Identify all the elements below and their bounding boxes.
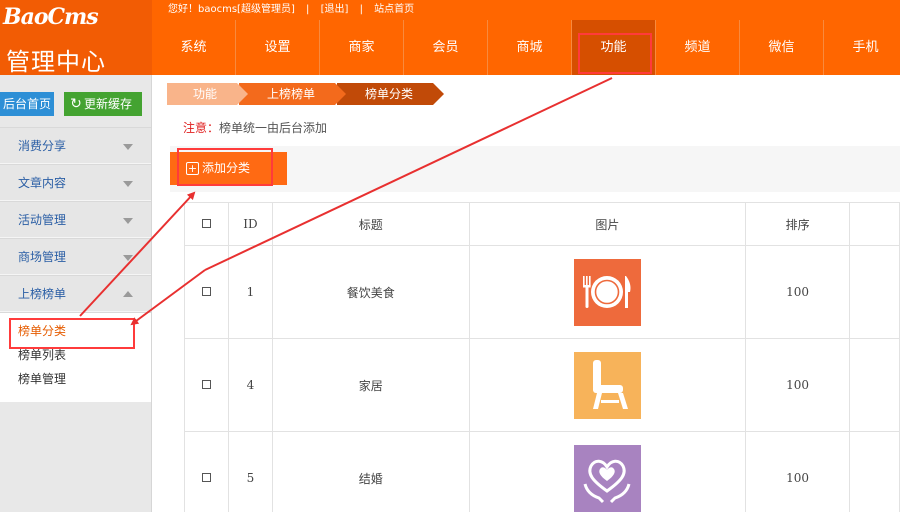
chevron-up-icon <box>123 291 133 297</box>
chevron-down-icon <box>123 255 133 261</box>
column-header-actions <box>849 202 900 246</box>
sidebar-item-rankings[interactable]: 上榜榜单 <box>0 275 151 312</box>
separator: | <box>359 4 363 15</box>
select-all-cell <box>184 202 229 246</box>
row-image-cell <box>468 338 747 432</box>
row-checkbox[interactable] <box>201 287 211 296</box>
dinner-plate-icon <box>573 258 641 326</box>
row-actions <box>849 338 900 432</box>
top-header: BaoCms 管理中心 您好！baocms[超级管理员] | [退出] | 站点… <box>0 0 900 76</box>
chevron-down-icon <box>123 218 133 224</box>
admin-home-button[interactable]: 后台首页 <box>0 92 54 116</box>
nav-mall[interactable]: 商城 <box>488 20 572 75</box>
notice-text: 榜单统一由后台添加 <box>219 121 328 135</box>
sidebar-item-label: 文章内容 <box>18 176 67 190</box>
greeting-text: 您好！baocms[超级管理员] <box>168 4 295 15</box>
column-header-image: 图片 <box>468 202 747 246</box>
nav-mobile[interactable]: 手机 <box>824 20 900 75</box>
row-image-cell <box>468 245 747 339</box>
admin-center-title: 管理中心 <box>6 48 106 76</box>
table-row: 5 结婚 100 <box>184 431 900 512</box>
row-sort: 100 <box>745 431 851 512</box>
row-sort: 100 <box>745 245 851 339</box>
logout-link[interactable]: [退出] <box>321 0 349 15</box>
refresh-icon: ↻ <box>70 96 82 112</box>
heart-hands-icon <box>573 444 641 512</box>
table-row: 1 餐饮美食 100 <box>184 245 900 339</box>
row-actions <box>849 431 900 512</box>
row-title: 餐饮美食 <box>271 245 470 339</box>
column-header-id: ID <box>227 202 273 246</box>
table-header-row: ID 标题 图片 排序 <box>184 202 900 246</box>
nav-merchants[interactable]: 商家 <box>320 20 404 75</box>
toolbar: + 添加分类 <box>170 146 900 192</box>
chair-icon <box>573 351 641 419</box>
select-all-checkbox[interactable] <box>201 219 211 228</box>
chevron-down-icon <box>123 144 133 150</box>
sidebar-item-label: 商场管理 <box>18 250 67 264</box>
notice: 注意：榜单统一由后台添加 <box>183 119 327 136</box>
row-id: 5 <box>227 431 273 512</box>
breadcrumb-rankings[interactable]: 上榜榜单 <box>239 83 347 105</box>
nav-wechat[interactable]: 微信 <box>740 20 824 75</box>
column-header-title: 标题 <box>271 202 470 246</box>
breadcrumb-ranking-categories[interactable]: 榜单分类 <box>337 83 445 105</box>
row-title: 结婚 <box>271 431 470 512</box>
submenu-ranking-manage[interactable]: 榜单管理 <box>0 367 151 391</box>
main-content: 功能 上榜榜单 榜单分类 注意：榜单统一由后台添加 + 添加分类 ID 标题 图… <box>153 75 900 512</box>
column-header-sort: 排序 <box>745 202 851 246</box>
sidebar-item-events[interactable]: 活动管理 <box>0 201 151 238</box>
sidebar-item-label: 上榜榜单 <box>18 287 67 301</box>
sidebar: 后台首页 ↻ 更新缓存 消费分享 文章内容 活动管理 商场管理 上榜榜单 榜单分类… <box>0 75 152 512</box>
table-row: 4 家居 100 <box>184 338 900 432</box>
nav-members[interactable]: 会员 <box>404 20 488 75</box>
sidebar-item-label: 消费分享 <box>18 139 67 153</box>
refresh-cache-label: 更新缓存 <box>84 97 133 111</box>
row-sort: 100 <box>745 338 851 432</box>
row-checkbox[interactable] <box>201 380 211 389</box>
nav-channels[interactable]: 频道 <box>656 20 740 75</box>
breadcrumb-functions[interactable]: 功能 <box>167 83 249 105</box>
sidebar-item-malls[interactable]: 商场管理 <box>0 238 151 275</box>
nav-functions[interactable]: 功能 <box>572 20 656 75</box>
row-checkbox[interactable] <box>201 473 211 482</box>
row-id: 1 <box>227 245 273 339</box>
brand-area: BaoCms 管理中心 <box>0 0 152 76</box>
highlight-box <box>177 148 273 186</box>
logo: BaoCms <box>3 4 99 30</box>
row-image-cell <box>468 431 747 512</box>
refresh-cache-button[interactable]: ↻ 更新缓存 <box>64 92 142 116</box>
row-actions <box>849 245 900 339</box>
category-table: ID 标题 图片 排序 1 餐饮美食 100 4 家居 100 5 结婚 100 <box>184 202 900 512</box>
nav-settings[interactable]: 设置 <box>236 20 320 75</box>
top-info-bar: 您好！baocms[超级管理员] | [退出] | 站点首页 <box>168 0 414 15</box>
submenu-ranking-categories[interactable]: 榜单分类 <box>0 319 151 343</box>
sidebar-item-consumer-share[interactable]: 消费分享 <box>0 127 151 164</box>
row-id: 4 <box>227 338 273 432</box>
sidebar-item-label: 活动管理 <box>18 213 67 227</box>
sidebar-item-articles[interactable]: 文章内容 <box>0 164 151 201</box>
chevron-down-icon <box>123 181 133 187</box>
site-home-link[interactable]: 站点首页 <box>374 0 414 15</box>
notice-label: 注意： <box>183 121 220 135</box>
rankings-submenu: 榜单分类 榜单列表 榜单管理 <box>0 312 151 402</box>
breadcrumb: 功能 上榜榜单 榜单分类 <box>167 83 445 105</box>
separator: | <box>306 4 310 15</box>
sidebar-buttons: 后台首页 ↻ 更新缓存 <box>0 75 151 127</box>
main-nav: 系统 设置 商家 会员 商城 功能 频道 微信 手机 <box>152 20 900 75</box>
nav-system[interactable]: 系统 <box>152 20 236 75</box>
row-title: 家居 <box>271 338 470 432</box>
